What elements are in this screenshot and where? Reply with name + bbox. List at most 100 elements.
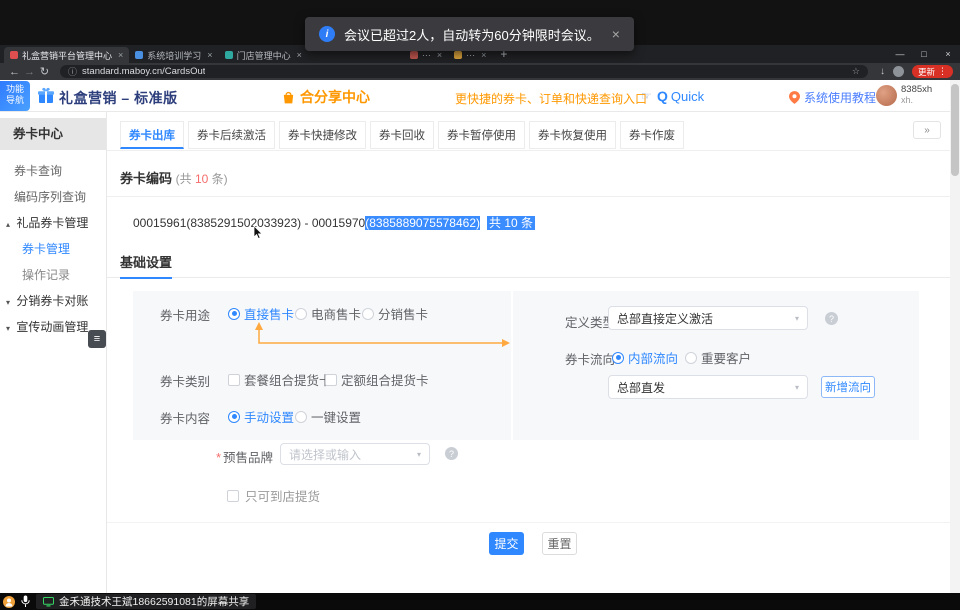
reload-icon[interactable]: ↻: [37, 65, 52, 78]
user-subname: xh.: [901, 95, 932, 106]
caret-down-icon: ▾: [6, 298, 10, 307]
help-icon[interactable]: ?: [825, 312, 838, 325]
flow-select[interactable]: 总部直发 ▾: [608, 375, 808, 399]
main-content: 券卡出库 券卡后续激活 券卡快捷修改 券卡回收 券卡暂停使用 券卡恢复使用 券卡…: [107, 112, 950, 593]
radio-icon: [295, 308, 307, 320]
submit-button[interactable]: 提交: [489, 532, 524, 555]
site-info-icon[interactable]: ⓘ: [68, 65, 77, 78]
checkbox-store-pickup-only[interactable]: 只可到店提货: [227, 486, 320, 505]
browser-tab[interactable]: 门店管理中心 ×: [219, 47, 308, 63]
tab-close-icon[interactable]: ×: [481, 50, 486, 60]
radio-direct-sale[interactable]: 直接售卡: [228, 304, 294, 323]
screen-share-text: 金禾通技术王斌18662591081的屏幕共享: [59, 594, 249, 609]
sidebar-collapse-toggle[interactable]: ≡: [88, 330, 106, 348]
radio-label: 重要客户: [701, 348, 751, 367]
function-nav-button[interactable]: 功能 导航: [0, 81, 30, 111]
tab-card-outbound[interactable]: 券卡出库: [120, 121, 184, 149]
function-nav-line2: 导航: [0, 95, 30, 106]
definition-type-select[interactable]: 总部直接定义激活 ▾: [608, 306, 808, 330]
sidebar-group-gift-card-management[interactable]: ▴ 礼品券卡管理: [0, 210, 106, 236]
tab-close-icon[interactable]: ×: [118, 50, 123, 60]
help-icon[interactable]: ?: [445, 447, 458, 460]
tab-card-resume[interactable]: 券卡恢复使用: [529, 121, 616, 149]
window-controls: — □ ×: [888, 45, 960, 62]
user-account[interactable]: 8385xh xh.: [876, 84, 932, 106]
radio-icon: [228, 308, 240, 320]
sidebar-item-label: 券卡管理: [22, 242, 70, 256]
content-label: 券卡内容: [160, 408, 210, 427]
tab-close-icon[interactable]: ×: [297, 50, 302, 60]
share-center-icon: [281, 90, 296, 105]
sidebar-group-distribution-reconciliation[interactable]: ▾ 分销券卡对账: [0, 288, 106, 314]
monitor-icon: [43, 597, 54, 607]
sidebar-item-code-sequence-query[interactable]: 编码序列查询: [0, 184, 106, 210]
tutorial-label: 系统使用教程: [804, 89, 876, 106]
microphone-icon[interactable]: [21, 595, 30, 608]
bookmark-star-icon[interactable]: ☆: [852, 66, 860, 77]
presale-brand-select[interactable]: 请选择或输入 ▾: [280, 443, 430, 465]
tab-close-icon[interactable]: ×: [207, 50, 212, 60]
profile-avatar[interactable]: [893, 66, 904, 77]
radio-manual-setting[interactable]: 手动设置: [228, 407, 294, 426]
card-codes-count-number: 10: [195, 172, 208, 186]
radio-label: 手动设置: [244, 407, 294, 426]
tab-title: 门店管理中心: [237, 49, 291, 62]
browser-tab-active[interactable]: 礼盒营销平台管理中心 ×: [4, 47, 129, 63]
divider: [107, 522, 950, 523]
radio-label: 分销售卡: [378, 304, 428, 323]
minimize-button[interactable]: —: [888, 45, 912, 62]
reset-button[interactable]: 重置: [542, 532, 577, 555]
sidebar-item-label: 分销券卡对账: [16, 294, 88, 308]
url-text: standard.maboy.cn/CardsOut: [82, 66, 205, 77]
toast-message: 会议已超过2人，自动转为60分钟限时会议。: [344, 25, 600, 44]
sidebar-item-card-query[interactable]: 券卡查询: [0, 158, 106, 184]
browser-update-button[interactable]: 更新 ⋮: [912, 65, 953, 78]
checkbox-fixed-combo-pickup-card[interactable]: 定额组合提货卡: [325, 370, 429, 389]
form-panel-left: 券卡用途 直接售卡 电商售卡 分销售卡 券卡: [133, 291, 511, 440]
caret-down-icon: ▾: [6, 324, 10, 333]
mouse-cursor: [253, 226, 265, 240]
sidebar-header: 券卡中心: [0, 118, 106, 150]
sidebar-item-label: 券卡查询: [14, 164, 62, 178]
tab-card-followup-activate[interactable]: 券卡后续激活: [188, 121, 275, 149]
tutorial-link[interactable]: 系统使用教程: [789, 89, 876, 106]
radio-important-customer[interactable]: 重要客户: [685, 348, 751, 367]
user-name: 8385xh: [901, 84, 932, 95]
browser-menu-icon[interactable]: ⋮: [938, 66, 947, 77]
browser-window: 礼盒营销平台管理中心 × 系统培训学习 × 门店管理中心 × ··· ×: [0, 45, 960, 593]
browser-tab[interactable]: 系统培训学习 ×: [129, 47, 218, 63]
add-flow-button[interactable]: 新增流向: [821, 376, 875, 398]
radio-icon: [362, 308, 374, 320]
radio-ecommerce-sale[interactable]: 电商售卡: [295, 304, 361, 323]
maximize-button[interactable]: □: [912, 45, 936, 62]
radio-icon: [612, 352, 624, 364]
sidebar-item-card-management[interactable]: 券卡管理: [0, 236, 106, 262]
close-button[interactable]: ×: [936, 45, 960, 62]
page-scrollbar[interactable]: [950, 80, 960, 593]
checkbox-icon: [228, 374, 240, 386]
toast-close-icon[interactable]: ×: [612, 26, 620, 42]
scrollbar-thumb[interactable]: [951, 84, 959, 176]
panel-collapse-button[interactable]: »: [913, 121, 941, 139]
pointer-hand-icon: ☞: [641, 89, 652, 103]
quick-entry-link[interactable]: Q Quick: [657, 88, 704, 104]
tab-card-quick-modify[interactable]: 券卡快捷修改: [279, 121, 366, 149]
back-icon[interactable]: ←: [7, 66, 22, 78]
radio-one-click-setting[interactable]: 一键设置: [295, 407, 361, 426]
tab-card-recycle[interactable]: 券卡回收: [370, 121, 434, 149]
form-panel-right: 定义类型 总部直接定义激活 ▾ ? 券卡流向 内部流向 重要客户 总部直发: [513, 291, 919, 440]
checkbox-combo-pickup-card[interactable]: 套餐组合提货卡: [228, 370, 332, 389]
tab-card-void[interactable]: 券卡作废: [620, 121, 684, 149]
tab-close-icon[interactable]: ×: [437, 50, 442, 60]
code-count-badge: 共 10 条: [487, 216, 535, 230]
radio-distribution-sale[interactable]: 分销售卡: [362, 304, 428, 323]
download-icon[interactable]: ↓: [880, 66, 885, 77]
sidebar-item-operation-log[interactable]: 操作记录: [0, 262, 106, 288]
meeting-toast: i 会议已超过2人，自动转为60分钟限时会议。 ×: [305, 17, 634, 51]
card-codes-title: 券卡编码: [120, 171, 172, 186]
share-center-link[interactable]: 合分享中心: [281, 87, 370, 107]
forward-icon[interactable]: →: [22, 66, 37, 78]
omnibox[interactable]: ⓘ standard.maboy.cn/CardsOut ☆: [60, 65, 868, 78]
radio-internal-flow[interactable]: 内部流向: [612, 348, 678, 367]
tab-card-suspend[interactable]: 券卡暂停使用: [438, 121, 525, 149]
